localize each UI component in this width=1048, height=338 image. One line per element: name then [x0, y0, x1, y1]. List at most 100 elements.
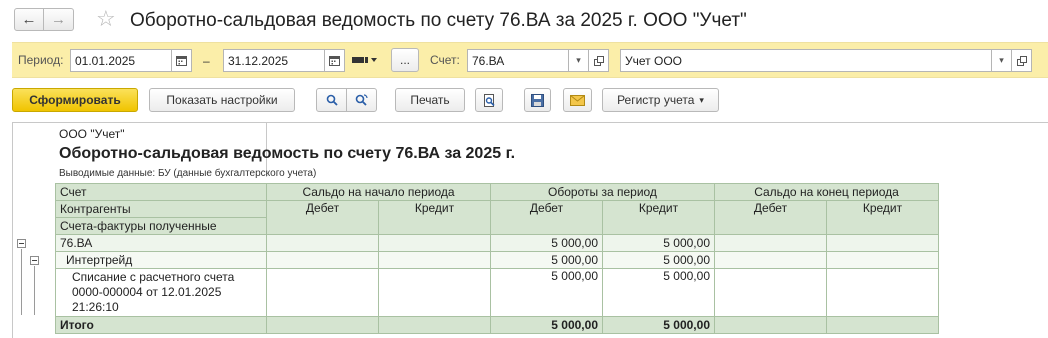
period-select-button[interactable]: ...: [391, 48, 419, 72]
open-debit-cell: [266, 251, 379, 269]
close-debit-header: Дебет: [714, 200, 827, 235]
search-next-button[interactable]: [346, 88, 377, 112]
forward-button[interactable]: →: [44, 8, 74, 31]
tree-line: [34, 266, 35, 315]
organization-dropdown-button[interactable]: ▾: [991, 49, 1012, 72]
group-close-header: Сальдо на конец периода: [714, 183, 939, 201]
open-icon: [1016, 55, 1027, 66]
close-credit-cell: [826, 268, 939, 317]
open-icon: [593, 55, 604, 66]
open-credit-header: Кредит: [378, 200, 491, 235]
chevron-down-icon: ▾: [999, 55, 1004, 65]
period-dash: –: [203, 54, 210, 68]
turnover-credit-cell: 5 000,00: [602, 234, 715, 252]
search-button[interactable]: [316, 88, 347, 112]
collapse-icon[interactable]: [17, 239, 26, 248]
toolbar: Сформировать Показать настройки Печать Р…: [0, 87, 1048, 115]
close-credit-cell: [826, 234, 939, 252]
report-subtitle: Выводимые данные: БУ (данные бухгалтерск…: [59, 168, 317, 179]
header-row: Счет Сальдо на начало периода Обороты за…: [55, 183, 939, 201]
turnover-debit-cell: 5 000,00: [490, 234, 603, 252]
group-open-header: Сальдо на начало периода: [266, 183, 491, 201]
account-input[interactable]: 76.ВА: [467, 49, 569, 72]
register-label: Регистр учета: [617, 93, 695, 107]
turnover-credit-cell: 5 000,00: [602, 251, 715, 269]
row-label: Интертрейд: [55, 251, 267, 269]
arrow-left-icon: ←: [21, 11, 37, 28]
close-debit-cell: [714, 234, 827, 252]
turnover-debit-header: Дебет: [490, 200, 603, 235]
filter-bar: Период: 01.01.2025 – 31.12.2025 ... Счет…: [12, 42, 1048, 78]
tree-line: [21, 249, 22, 315]
row-label: 76.ВА: [55, 234, 267, 252]
total-row: Итого 5 000,00 5 000,00: [55, 316, 939, 334]
chevron-down-icon: ▾: [576, 55, 581, 65]
calendar-icon: [329, 56, 340, 66]
table-row[interactable]: Списание с расчетного счета 0000-000004 …: [55, 268, 939, 317]
window-title: Оборотно-сальдовая ведомость по счету 76…: [130, 10, 747, 31]
close-credit-cell: [826, 316, 939, 334]
print-preview-button[interactable]: [475, 88, 503, 112]
table-row[interactable]: 76.ВА 5 000,00 5 000,00: [55, 234, 939, 252]
open-credit-cell: [378, 234, 491, 252]
header-row: Контрагенты Дебет Кредит Дебет Кредит Де…: [55, 200, 939, 235]
star-icon[interactable]: ☆: [96, 6, 116, 32]
mail-icon: [570, 94, 585, 106]
generate-button[interactable]: Сформировать: [12, 88, 138, 112]
col-invoices-header: Счета-фактуры полученные: [55, 217, 267, 235]
period-variant-dropdown[interactable]: [352, 55, 378, 65]
back-button[interactable]: ←: [14, 8, 44, 31]
open-credit-cell: [378, 251, 491, 269]
report-title: Оборотно-сальдовая ведомость по счету 76…: [59, 145, 516, 162]
organization-open-button[interactable]: [1011, 49, 1032, 72]
total-label: Итого: [55, 316, 267, 334]
chevron-down-icon: ▾: [699, 94, 704, 105]
register-dropdown-button[interactable]: Регистр учета ▾: [602, 88, 719, 112]
turnover-credit-cell: 5 000,00: [602, 268, 715, 317]
period-variant-icon: [352, 57, 377, 63]
close-credit-cell: [826, 251, 939, 269]
row-label: Списание с расчетного счета 0000-000004 …: [55, 268, 267, 317]
save-icon: [531, 93, 544, 107]
group-turnover-header: Обороты за период: [490, 183, 715, 201]
open-credit-cell: [378, 268, 491, 317]
calendar-icon: [176, 56, 187, 66]
arrow-right-icon: →: [51, 11, 66, 28]
save-button[interactable]: [524, 88, 551, 112]
account-dropdown-button[interactable]: ▾: [568, 49, 589, 72]
collapse-icon[interactable]: [30, 256, 39, 265]
period-label: Период:: [18, 53, 64, 67]
calendar-from-button[interactable]: [171, 49, 192, 72]
open-debit-cell: [266, 268, 379, 317]
close-debit-cell: [714, 316, 827, 334]
total-turnover-credit: 5 000,00: [602, 316, 715, 334]
date-to-input[interactable]: 31.12.2025: [223, 49, 325, 72]
total-turnover-debit: 5 000,00: [490, 316, 603, 334]
account-label: Счет:: [430, 53, 460, 67]
col-contractor-header: Контрагенты: [55, 200, 267, 218]
table-row[interactable]: Интертрейд 5 000,00 5 000,00: [55, 251, 939, 269]
account-open-button[interactable]: [588, 49, 609, 72]
turnover-credit-header: Кредит: [602, 200, 715, 235]
close-debit-cell: [714, 268, 827, 317]
report-organization: ООО "Учет": [59, 127, 125, 141]
open-debit-header: Дебет: [266, 200, 379, 235]
calendar-to-button[interactable]: [324, 49, 345, 72]
search-next-icon: [355, 94, 368, 106]
report-table: Счет Сальдо на начало периода Обороты за…: [55, 183, 939, 334]
col-account-header: Счет: [55, 183, 267, 201]
show-settings-button[interactable]: Показать настройки: [149, 88, 295, 112]
print-button[interactable]: Печать: [395, 88, 465, 112]
send-mail-button[interactable]: [563, 88, 592, 112]
turnover-debit-cell: 5 000,00: [490, 268, 603, 317]
open-credit-cell: [378, 316, 491, 334]
print-preview-icon: [483, 93, 495, 107]
date-from-input[interactable]: 01.01.2025: [70, 49, 172, 72]
organization-input[interactable]: Учет ООО: [620, 49, 992, 72]
title-bar: ← → ☆ Оборотно-сальдовая ведомость по сч…: [0, 0, 1048, 42]
close-debit-cell: [714, 251, 827, 269]
search-icon: [326, 94, 338, 106]
close-credit-header: Кредит: [826, 200, 939, 235]
turnover-debit-cell: 5 000,00: [490, 251, 603, 269]
report-area: ООО "Учет" Оборотно-сальдовая ведомость …: [12, 122, 1048, 338]
